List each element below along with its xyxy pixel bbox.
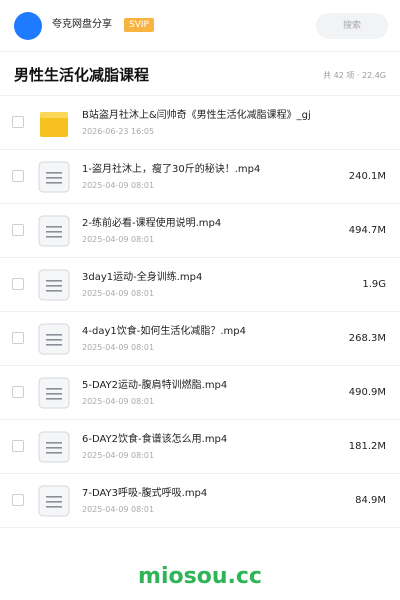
file-icon [38,161,70,193]
file-name: 4-day1饮食-如何生活化减脂？.mp4 [82,326,246,337]
row-checkbox[interactable] [12,494,24,506]
file-name: 5-DAY2运动-腹肩特训燃脂.mp4 [82,380,228,391]
file-icon [38,323,70,355]
file-size: 84.9M [355,495,386,506]
svip-badge: SVIP [124,18,154,32]
folder-row[interactable]: B站盗月社沐上&闫帅奇《男性生活化减脂课程》_gj 2026-06-23 16:… [0,96,400,150]
file-icon [38,269,70,301]
avatar[interactable] [14,12,42,40]
app-header: 夸克网盘分享 SVIP [0,0,400,52]
row-checkbox[interactable] [12,116,24,128]
file-name: 2-练前必看-课程使用说明.mp4 [82,218,222,229]
share-page: 夸克网盘分享 SVIP 男性生活化减脂课程 共 42 项 · 22.4G B站盗… [0,0,400,600]
folder-date: 2026-06-23 16:05 [82,127,155,136]
file-date: 2025-04-09 08:01 [82,181,155,190]
file-icon [38,431,70,463]
file-size: 240.1M [348,171,386,182]
file-row[interactable]: 2-练前必看-课程使用说明.mp4 2025-04-09 08:01 494.7… [0,204,400,258]
row-checkbox[interactable] [12,440,24,452]
folder-icon [40,112,68,137]
file-name: 3day1运动-全身训练.mp4 [82,272,203,283]
file-row[interactable]: 6-DAY2饮食-食谱该怎么用.mp4 2025-04-09 08:01 181… [0,420,400,474]
file-row[interactable]: 7-DAY3呼吸-腹式呼吸.mp4 2025-04-09 08:01 84.9M [0,474,400,528]
file-date: 2025-04-09 08:01 [82,505,155,514]
file-size: 1.9G [362,279,386,290]
file-size: 490.9M [348,387,386,398]
file-date: 2025-04-09 08:01 [82,343,155,352]
brand-name: 夸克网盘分享 [52,19,112,30]
file-row[interactable]: 1-盗月社沐上，瘦了30斤的秘诀！.mp4 2025-04-09 08:01 2… [0,150,400,204]
file-size: 268.3M [348,333,386,344]
file-row[interactable]: 3day1运动-全身训练.mp4 2025-04-09 08:01 1.9G [0,258,400,312]
row-checkbox[interactable] [12,224,24,236]
row-checkbox[interactable] [12,386,24,398]
file-icon [38,377,70,409]
file-list: B站盗月社沐上&闫帅奇《男性生活化减脂课程》_gj 2026-06-23 16:… [0,96,400,528]
row-checkbox[interactable] [12,170,24,182]
file-size: 181.2M [348,441,386,452]
file-icon [38,485,70,517]
file-size: 494.7M [348,225,386,236]
file-date: 2025-04-09 08:01 [82,451,155,460]
item-summary: 共 42 项 · 22.4G [323,71,386,80]
search-input[interactable] [316,13,388,39]
file-row[interactable]: 5-DAY2运动-腹肩特训燃脂.mp4 2025-04-09 08:01 490… [0,366,400,420]
row-checkbox[interactable] [12,332,24,344]
file-date: 2025-04-09 08:01 [82,289,155,298]
row-checkbox[interactable] [12,278,24,290]
title-bar: 男性生活化减脂课程 共 42 项 · 22.4G [0,52,400,96]
file-icon [38,215,70,247]
folder-name: B站盗月社沐上&闫帅奇《男性生活化减脂课程》_gj [82,110,311,121]
file-name: 6-DAY2饮食-食谱该怎么用.mp4 [82,434,228,445]
watermark: miosou.cc [138,564,262,589]
file-date: 2025-04-09 08:01 [82,397,155,406]
page-title: 男性生活化减脂课程 [14,66,150,84]
file-date: 2025-04-09 08:01 [82,235,155,244]
file-row[interactable]: 4-day1饮食-如何生活化减脂？.mp4 2025-04-09 08:01 2… [0,312,400,366]
file-name: 1-盗月社沐上，瘦了30斤的秘诀！.mp4 [82,164,261,175]
file-name: 7-DAY3呼吸-腹式呼吸.mp4 [82,488,208,499]
